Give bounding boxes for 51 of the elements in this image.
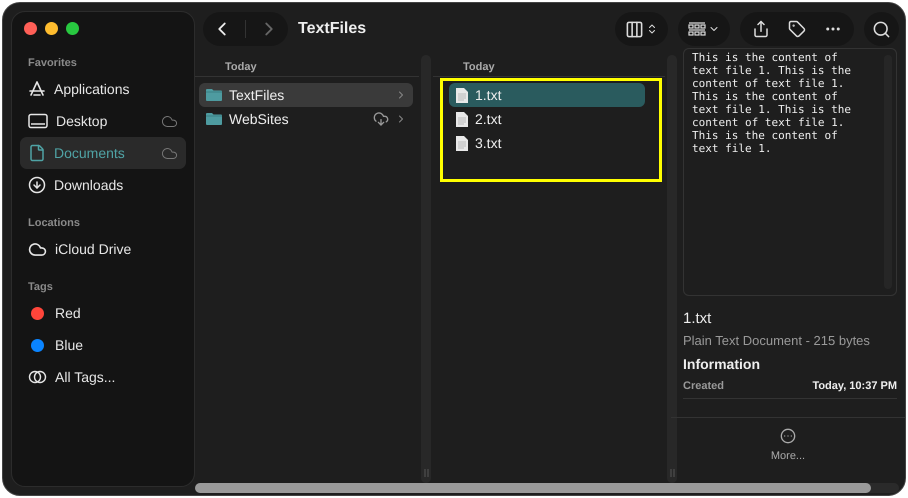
folder-row[interactable]: WebSites bbox=[199, 107, 413, 131]
column-header: Today bbox=[433, 55, 665, 77]
folder-icon bbox=[205, 88, 223, 102]
sidebar-heading: Tags bbox=[27, 280, 54, 295]
document-icon bbox=[28, 144, 46, 162]
file-row[interactable]: 3.txt bbox=[449, 131, 645, 155]
info-heading: Information bbox=[683, 356, 761, 372]
minimize-button[interactable] bbox=[45, 22, 58, 35]
group-grid-icon bbox=[688, 22, 706, 36]
text-preview: This is the content of text file 1. This is the content of text file 1. This is the content of text file 1. This is the content of text file 1. This is the content of text file 1. bbox=[683, 48, 897, 296]
resize-handle[interactable] bbox=[424, 469, 428, 477]
sidebar-item[interactable]: iCloud Drive bbox=[20, 233, 186, 265]
folder-icon bbox=[205, 112, 223, 126]
sidebar-item[interactable]: Applications bbox=[20, 73, 186, 105]
window-title: TextFiles bbox=[298, 20, 368, 38]
group-button[interactable] bbox=[678, 12, 730, 46]
up-down-chevron-icon bbox=[646, 23, 658, 35]
scrollbar-thumb[interactable] bbox=[195, 483, 871, 493]
file-row[interactable]: 2.txt bbox=[449, 107, 645, 131]
share-icon[interactable] bbox=[752, 20, 770, 38]
sidebar-item[interactable]: Blue bbox=[20, 329, 186, 361]
sidebar-item[interactable]: Documents bbox=[20, 137, 186, 169]
download-icon bbox=[28, 176, 46, 194]
file-row[interactable]: 1.txt bbox=[449, 83, 645, 107]
file-name: 1.txt bbox=[683, 310, 712, 327]
info-value: Today, 10:37 PM bbox=[812, 380, 897, 392]
sidebar-item[interactable]: Desktop bbox=[20, 105, 186, 137]
document-icon bbox=[455, 110, 469, 128]
sidebar-item[interactable]: Downloads bbox=[20, 169, 186, 201]
file-description: Plain Text Document - 215 bytes bbox=[683, 333, 871, 348]
search-icon[interactable] bbox=[872, 20, 891, 38]
column-header: Today bbox=[195, 55, 419, 77]
more-label[interactable]: More... bbox=[770, 450, 806, 462]
zoom-button[interactable] bbox=[66, 22, 79, 35]
sidebar-item[interactable]: All Tags... bbox=[20, 361, 186, 393]
sidebar-heading: Favorites bbox=[27, 56, 78, 71]
applications-icon bbox=[28, 80, 46, 98]
folder-row[interactable]: TextFiles bbox=[199, 83, 413, 107]
sidebar-item[interactable]: Red bbox=[20, 297, 186, 329]
sidebar-heading: Locations bbox=[27, 216, 81, 231]
info-label: Created bbox=[683, 380, 724, 392]
close-button[interactable] bbox=[24, 22, 37, 35]
more-icon[interactable] bbox=[780, 428, 796, 444]
tag-icon[interactable] bbox=[788, 20, 806, 38]
all-tags-icon bbox=[28, 370, 47, 384]
document-icon bbox=[455, 86, 469, 104]
resize-handle[interactable] bbox=[670, 469, 674, 477]
desktop-icon bbox=[28, 113, 48, 129]
document-icon bbox=[455, 134, 469, 152]
columns-icon bbox=[625, 20, 644, 38]
view-mode-button[interactable] bbox=[615, 12, 668, 46]
